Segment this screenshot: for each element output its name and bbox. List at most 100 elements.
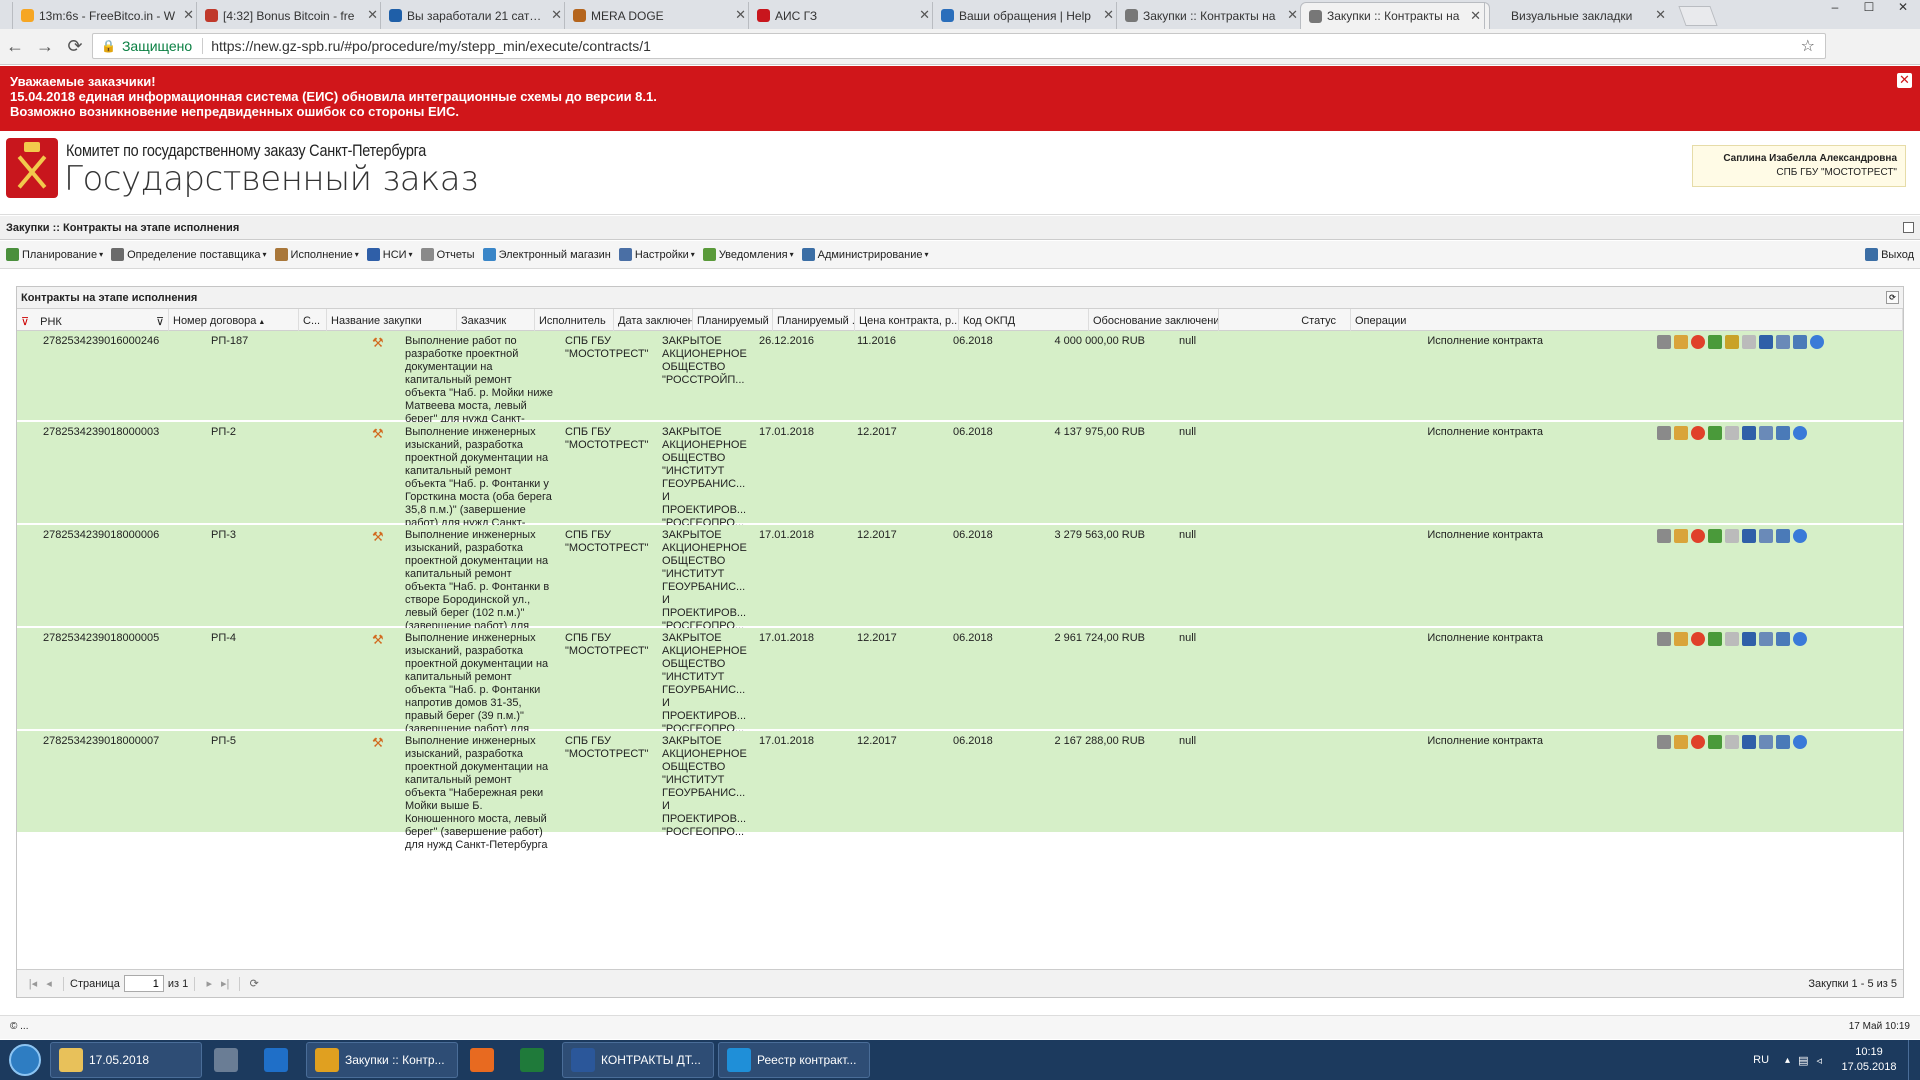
hand-icon[interactable] [1674, 335, 1688, 349]
tab-close-icon[interactable]: ✕ [1470, 8, 1481, 24]
menu-item[interactable]: Отчеты [420, 248, 475, 261]
menu-item[interactable]: Планирование ▾ [6, 248, 103, 261]
column-header[interactable]: Обоснование заключения [1089, 309, 1219, 331]
forward-icon[interactable]: → [30, 36, 60, 57]
chart-icon[interactable] [1742, 632, 1756, 646]
column-header[interactable]: Код ОКПД [959, 309, 1089, 331]
list-icon[interactable] [1759, 529, 1773, 543]
close-window-button[interactable]: ✕ [1886, 0, 1920, 16]
browser-tab[interactable]: Вы заработали 21 сатош ✕ [380, 2, 570, 29]
gear-green-icon[interactable] [1708, 335, 1722, 349]
column-header[interactable]: Статус [1219, 309, 1351, 331]
bookmark-star-icon[interactable]: ☆ [1801, 36, 1815, 56]
back-icon[interactable]: ← [0, 36, 30, 57]
page-icon[interactable] [1725, 632, 1739, 646]
menu-item[interactable]: Администрирование ▾ [801, 248, 929, 261]
column-header[interactable]: Исполнитель [535, 309, 614, 331]
menu-item[interactable]: Определение поставщика ▾ [111, 248, 267, 261]
menu-item[interactable]: Исполнение ▾ [274, 248, 359, 261]
tab-close-icon[interactable]: ✕ [367, 7, 378, 23]
taskbar-item[interactable] [462, 1042, 508, 1078]
hand-icon[interactable] [1674, 632, 1688, 646]
prev-page-icon[interactable]: ◂ [41, 977, 57, 990]
info-icon[interactable] [1793, 735, 1807, 749]
page-icon[interactable] [1725, 735, 1739, 749]
gear-green-icon[interactable] [1708, 426, 1722, 440]
list-icon[interactable] [1776, 335, 1790, 349]
exit-button[interactable]: Выход [1865, 248, 1914, 261]
tab-close-icon[interactable]: ✕ [919, 7, 930, 23]
refresh-panel-icon[interactable]: ⟳ [1886, 291, 1899, 304]
network-icon[interactable]: ▤ [1798, 1054, 1808, 1067]
red-circle-icon[interactable] [1691, 632, 1705, 646]
table-row[interactable]: 2782534239018000005 РП-4 ⚒ Выполнение инжен… [17, 628, 1903, 748]
hand-icon[interactable] [1674, 735, 1688, 749]
red-circle-icon[interactable] [1691, 335, 1705, 349]
red-circle-icon[interactable] [1691, 529, 1705, 543]
user-info[interactable]: Саплина Изабелла Александровна СПБ ГБУ "… [1692, 145, 1906, 187]
column-header[interactable]: Заказчик [457, 309, 535, 331]
tab-close-icon[interactable]: ✕ [1655, 7, 1666, 23]
menu-item[interactable]: Настройки ▾ [618, 248, 695, 261]
column-header[interactable]: Цена контракта, р... [855, 309, 959, 331]
menu-item[interactable]: Электронный магазин [482, 248, 611, 261]
browser-tab[interactable]: MERA DOGE ✕ [564, 2, 754, 29]
close-icon[interactable]: ✕ [1897, 73, 1912, 88]
red-circle-icon[interactable] [1691, 426, 1705, 440]
table-row[interactable]: 2782534239018000007 РП-5 ⚒ Выполнение инжен… [17, 731, 1903, 851]
taskbar-item[interactable] [256, 1042, 302, 1078]
next-page-icon[interactable]: ▸ [201, 977, 217, 990]
new-tab-button[interactable] [1678, 6, 1718, 26]
monitor-icon[interactable] [1776, 735, 1790, 749]
chart-icon[interactable] [1742, 426, 1756, 440]
browser-tab[interactable]: Закупки :: Контракты на ✕ [1300, 2, 1490, 29]
collapse-icon[interactable] [1903, 222, 1914, 233]
refresh-icon[interactable]: ⟳ [246, 977, 262, 990]
reload-icon[interactable]: ⟳ [60, 36, 90, 57]
minimize-button[interactable]: – [1818, 0, 1852, 16]
red-circle-icon[interactable] [1691, 735, 1705, 749]
volume-icon[interactable]: ◃ [1816, 1054, 1822, 1067]
tab-close-icon[interactable]: ✕ [1103, 7, 1114, 23]
list-icon[interactable] [1759, 426, 1773, 440]
column-header[interactable]: С... [299, 309, 327, 331]
browser-tab[interactable]: Закупки :: Контракты на ✕ [1116, 2, 1306, 29]
column-filter-icon[interactable]: ⊽ [156, 315, 164, 328]
taskbar-item[interactable]: Реестр контракт... [718, 1042, 870, 1078]
page-number-input[interactable] [123, 975, 164, 992]
monitor-icon[interactable] [1776, 426, 1790, 440]
info-icon[interactable] [1793, 529, 1807, 543]
column-header[interactable]: Дата заключен... [614, 309, 693, 331]
column-header[interactable]: Планируемый ... [773, 309, 855, 331]
document-icon[interactable] [1657, 335, 1671, 349]
start-button[interactable] [0, 1040, 50, 1080]
gear-green-icon[interactable] [1708, 735, 1722, 749]
browser-tab[interactable]: Визуальные закладки ✕ [1484, 2, 1674, 29]
show-desktop-button[interactable] [1908, 1040, 1920, 1080]
stamp-icon[interactable] [1725, 335, 1739, 349]
first-page-icon[interactable]: |◂ [25, 977, 41, 990]
taskbar-item[interactable]: КОНТРАКТЫ ДТ... [562, 1042, 714, 1078]
chart-icon[interactable] [1742, 529, 1756, 543]
info-icon[interactable] [1793, 632, 1807, 646]
url-input[interactable]: 🔒 Защищено https://new.gz-spb.ru/#po/pro… [92, 33, 1826, 59]
tab-close-icon[interactable]: ✕ [1287, 7, 1298, 23]
hand-icon[interactable] [1674, 529, 1688, 543]
table-row[interactable]: 2782534239016000246 РП-187 ⚒ Выполнение раб… [17, 331, 1903, 438]
list-icon[interactable] [1759, 632, 1773, 646]
tab-close-icon[interactable]: ✕ [183, 7, 194, 23]
tray-expand-icon[interactable]: ▴ [1785, 1055, 1790, 1066]
taskbar-item[interactable]: Закупки :: Контр... [306, 1042, 458, 1078]
document-icon[interactable] [1657, 529, 1671, 543]
column-header[interactable]: Планируемый ... [693, 309, 773, 331]
taskbar-item[interactable] [512, 1042, 558, 1078]
browser-tab[interactable]: АИС ГЗ ✕ [748, 2, 938, 29]
hand-icon[interactable] [1674, 426, 1688, 440]
table-row[interactable]: 2782534239018000006 РП-3 ⚒ Выполнение инжен… [17, 525, 1903, 645]
taskbar-item[interactable]: 17.05.2018 [50, 1042, 202, 1078]
maximize-button[interactable]: ☐ [1852, 0, 1886, 16]
tab-close-icon[interactable]: ✕ [551, 7, 562, 23]
gear-green-icon[interactable] [1708, 632, 1722, 646]
page-icon[interactable] [1742, 335, 1756, 349]
column-header[interactable]: ⊽ РНК ⊽ [17, 309, 169, 331]
